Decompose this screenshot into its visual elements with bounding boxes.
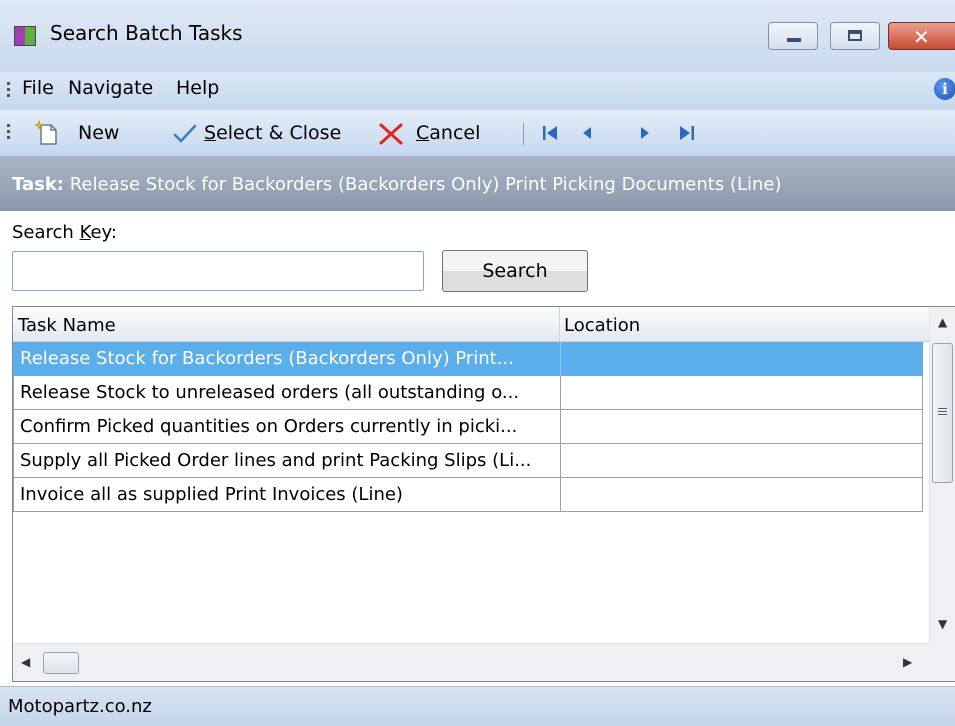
- table-row[interactable]: Confirm Picked quantities on Orders curr…: [13, 410, 923, 444]
- close-button[interactable]: ✕: [888, 22, 955, 50]
- next-record-icon[interactable]: [634, 122, 656, 144]
- select-and-close-button[interactable]: Select & Close: [170, 110, 355, 156]
- checkmark-icon: [173, 124, 197, 143]
- task-grid: Task Name Location Release Stock for Bac…: [12, 306, 955, 682]
- column-header-location[interactable]: Location: [564, 315, 640, 336]
- vertical-scrollbar[interactable]: ▲ ▼: [929, 307, 955, 643]
- toolbar-separator: [523, 123, 524, 145]
- scrollbar-corner: [929, 643, 955, 681]
- scroll-down-arrow-icon[interactable]: ▼: [938, 617, 947, 631]
- last-record-icon[interactable]: [676, 122, 698, 144]
- task-label: Task:: [12, 174, 64, 195]
- select-and-close-label: Select & Close: [204, 122, 342, 144]
- cell-task-name: Confirm Picked quantities on Orders curr…: [20, 416, 518, 437]
- scroll-grip-icon: [938, 408, 947, 417]
- task-banner: Task: Release Stock for Backorders (Back…: [0, 157, 955, 211]
- status-bar: Motopartz.co.nz: [0, 686, 955, 726]
- table-row[interactable]: Supply all Picked Order lines and print …: [13, 444, 923, 478]
- cell-task-name: Invoice all as supplied Print Invoices (…: [20, 484, 403, 505]
- scroll-right-arrow-icon[interactable]: ▶: [903, 655, 912, 669]
- menu-bar: File Navigate Help i: [0, 72, 955, 110]
- table-row[interactable]: Invoice all as supplied Print Invoices (…: [13, 478, 923, 512]
- close-icon: ✕: [913, 25, 930, 49]
- horizontal-scroll-thumb[interactable]: [43, 652, 79, 674]
- toolbar-grip[interactable]: [7, 124, 10, 142]
- menu-navigate[interactable]: Navigate: [68, 77, 153, 99]
- app-icon: [14, 26, 36, 46]
- cell-divider: [560, 444, 561, 478]
- new-label: New: [78, 122, 120, 144]
- search-button[interactable]: Search: [442, 250, 588, 292]
- new-document-icon: [34, 120, 57, 145]
- search-key-label: Search Key:: [12, 222, 117, 243]
- cell-divider: [560, 342, 561, 376]
- vertical-scroll-thumb[interactable]: [932, 343, 953, 483]
- table-row[interactable]: Release Stock to unreleased orders (all …: [13, 376, 923, 410]
- table-row[interactable]: Release Stock for Backorders (Backorders…: [13, 342, 923, 376]
- cell-task-name: Release Stock to unreleased orders (all …: [20, 382, 520, 403]
- cell-task-name: Release Stock for Backorders (Backorders…: [20, 348, 514, 369]
- column-divider[interactable]: [559, 307, 560, 341]
- column-header-task-name[interactable]: Task Name: [18, 315, 116, 336]
- maximize-icon: [848, 30, 862, 41]
- cancel-button[interactable]: Cancel: [376, 110, 501, 156]
- info-icon[interactable]: i: [934, 78, 955, 100]
- horizontal-scrollbar[interactable]: ◀ ▶: [13, 643, 929, 681]
- grid-header: Task Name Location: [13, 307, 929, 342]
- first-record-icon[interactable]: [539, 122, 561, 144]
- minimize-icon: [787, 38, 801, 42]
- task-value: Release Stock for Backorders (Backorders…: [69, 174, 782, 195]
- scroll-left-arrow-icon[interactable]: ◀: [21, 655, 30, 669]
- task-banner-text: Task: Release Stock for Backorders (Back…: [12, 174, 781, 195]
- menu-file[interactable]: File: [22, 77, 54, 99]
- cancel-label: Cancel: [416, 122, 481, 144]
- search-key-input[interactable]: [12, 251, 424, 291]
- menubar-grip[interactable]: [7, 82, 10, 100]
- title-bar: Search Batch Tasks ✕: [0, 0, 955, 73]
- previous-record-icon[interactable]: [576, 122, 598, 144]
- window-title: Search Batch Tasks: [50, 21, 243, 45]
- menu-help[interactable]: Help: [176, 77, 219, 99]
- scroll-up-arrow-icon[interactable]: ▲: [938, 315, 947, 329]
- status-text: Motopartz.co.nz: [8, 696, 152, 717]
- cancel-x-icon: [379, 123, 403, 145]
- toolbar: New Select & Close Cancel: [0, 110, 955, 157]
- minimize-button[interactable]: [768, 22, 818, 50]
- maximize-button[interactable]: [830, 22, 880, 50]
- cell-divider: [560, 376, 561, 410]
- new-button[interactable]: New: [20, 110, 130, 156]
- cell-task-name: Supply all Picked Order lines and print …: [20, 450, 532, 471]
- cell-divider: [560, 410, 561, 444]
- cell-divider: [560, 478, 561, 512]
